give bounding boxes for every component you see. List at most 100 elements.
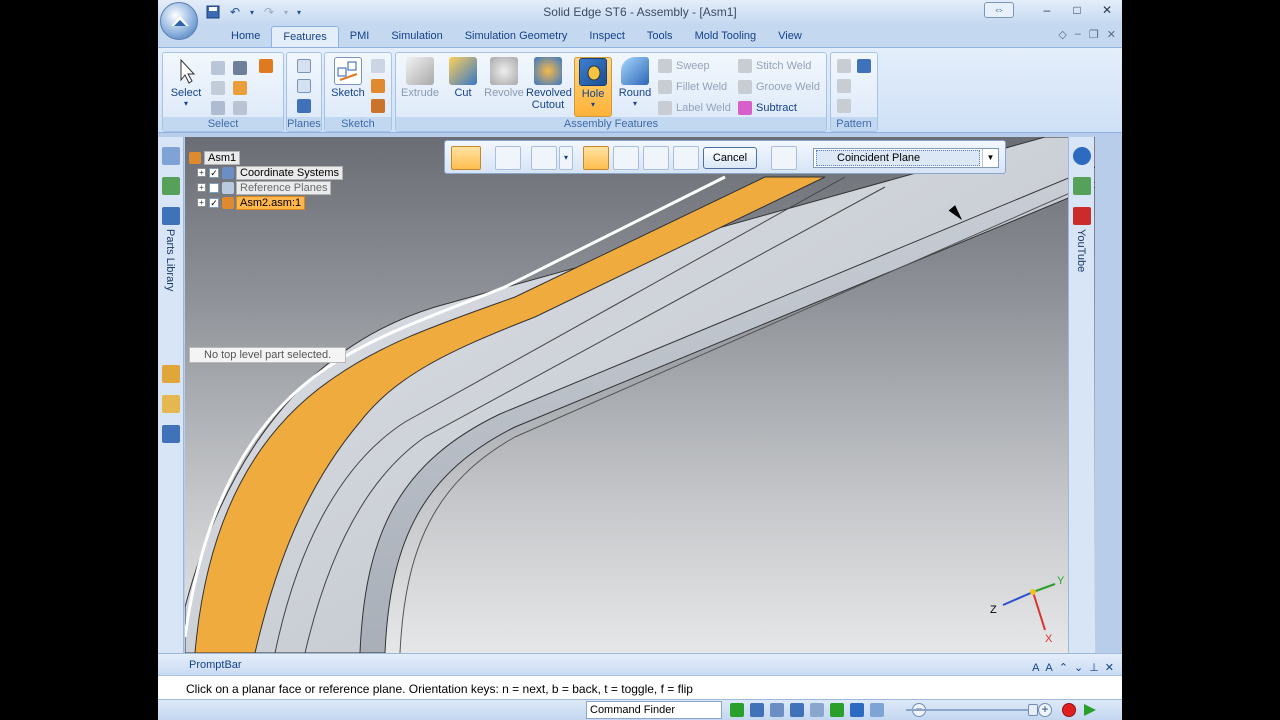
pattern-icon[interactable] xyxy=(837,59,851,73)
solid-edge-community-icon[interactable] xyxy=(1073,177,1091,195)
youtube-tab[interactable]: YouTube xyxy=(1075,229,1087,272)
sketch-project-icon[interactable] xyxy=(371,79,385,93)
select-move-icon[interactable] xyxy=(211,101,225,115)
fit-icon[interactable] xyxy=(790,703,804,717)
subtract-button[interactable]: Subtract xyxy=(738,99,797,117)
extrude-button[interactable]: Extrude xyxy=(400,57,440,117)
expand-icon[interactable]: ⌄ xyxy=(1074,657,1083,679)
hole-button[interactable]: Hole ▾ xyxy=(574,57,612,117)
stitch-weld-button[interactable]: Stitch Weld xyxy=(738,57,811,75)
close-icon[interactable]: ✕ xyxy=(1105,657,1114,679)
collapse-icon[interactable]: ⌃ xyxy=(1059,657,1068,679)
tab-mold-tooling[interactable]: Mold Tooling xyxy=(684,24,768,48)
minimize-icon[interactable]: – xyxy=(1032,0,1062,20)
record-icon[interactable] xyxy=(1062,703,1076,717)
revolved-cutout-button[interactable]: Revolved Cutout xyxy=(526,57,572,117)
angled-plane-icon[interactable] xyxy=(297,79,311,93)
tab-inspect[interactable]: Inspect xyxy=(578,24,635,48)
zoom-in-icon[interactable]: + xyxy=(1038,703,1052,717)
select-box-icon[interactable] xyxy=(233,61,247,75)
plane-step-dropdown-icon[interactable]: ▾ xyxy=(559,146,573,170)
parts-library-tab[interactable]: Parts Library xyxy=(164,229,176,291)
maximize-icon[interactable]: □ xyxy=(1062,0,1092,20)
shading-icon[interactable] xyxy=(870,703,884,717)
eraser-icon[interactable]: ◇ xyxy=(1058,28,1066,41)
round-button[interactable]: Round ▾ xyxy=(616,57,654,117)
help-icon[interactable] xyxy=(1073,147,1091,165)
parts-select-icon[interactable] xyxy=(673,146,699,170)
view-orientation-icon[interactable] xyxy=(850,703,864,717)
expand-icon[interactable]: + xyxy=(197,168,206,177)
plane-options-select[interactable]: Coincident Plane ▼ xyxy=(813,148,999,168)
sketch-copy-icon[interactable] xyxy=(371,59,385,73)
sketch-draw-icon[interactable] xyxy=(371,99,385,113)
hole-options-icon[interactable] xyxy=(495,146,521,170)
command-finder-input[interactable]: Command Finder xyxy=(586,701,722,719)
extent-icon[interactable] xyxy=(643,146,669,170)
tab-pmi[interactable]: PMI xyxy=(339,24,381,48)
mirror-icon[interactable] xyxy=(837,79,851,93)
tab-view[interactable]: View xyxy=(767,24,813,48)
doc-minimize-icon[interactable]: – xyxy=(1075,28,1081,41)
expand-icon[interactable]: + xyxy=(197,198,206,207)
sketch-button[interactable]: Sketch xyxy=(329,57,367,117)
plane-icon[interactable] xyxy=(297,59,311,73)
checkbox-checked[interactable]: ✓ xyxy=(209,197,219,208)
assembly-groups-icon[interactable] xyxy=(162,395,180,413)
doc-close-icon[interactable]: ✕ xyxy=(1107,28,1116,41)
tab-simulation[interactable]: Simulation xyxy=(380,24,453,48)
zoom-slider-track[interactable] xyxy=(906,709,1034,711)
hole-location-icon[interactable] xyxy=(613,146,639,170)
parts-library-icon[interactable] xyxy=(162,207,180,225)
application-button[interactable] xyxy=(160,2,198,40)
layers-icon[interactable] xyxy=(162,147,180,165)
chevron-down-icon[interactable]: ▼ xyxy=(982,149,998,167)
plane-step-icon[interactable] xyxy=(531,146,557,170)
checkbox-checked[interactable]: ✓ xyxy=(209,167,219,178)
sensors-icon[interactable] xyxy=(162,365,180,383)
select-button[interactable]: Select ▾ xyxy=(167,57,205,117)
cancel-button[interactable]: Cancel xyxy=(703,147,757,169)
fillet-weld-button[interactable]: Fillet Weld xyxy=(658,78,727,96)
play-icon[interactable] xyxy=(1084,704,1096,716)
select-part-icon[interactable] xyxy=(259,59,273,73)
tab-simulation-geometry[interactable]: Simulation Geometry xyxy=(454,24,579,48)
groove-weld-button[interactable]: Groove Weld xyxy=(738,78,820,96)
select-plane-icon[interactable] xyxy=(583,146,609,170)
pattern-along-curve-icon[interactable] xyxy=(857,59,871,73)
tab-tools[interactable]: Tools xyxy=(636,24,684,48)
pin-icon[interactable]: ⊥ xyxy=(1089,657,1099,679)
tab-home[interactable]: Home xyxy=(220,24,271,48)
filter-icon[interactable] xyxy=(211,81,225,95)
tree-root[interactable]: Asm1 xyxy=(189,150,343,165)
youtube-icon[interactable] xyxy=(1073,207,1091,225)
font-increase-icon[interactable]: A xyxy=(1032,657,1039,679)
mirror-copy-icon[interactable] xyxy=(837,99,851,113)
zoom-icon[interactable] xyxy=(770,703,784,717)
checkbox-unchecked[interactable] xyxy=(209,182,219,193)
select-options-icon[interactable] xyxy=(233,101,247,115)
tree-item-coordinate-systems[interactable]: + ✓ Coordinate Systems xyxy=(189,165,344,180)
assembly-parts-icon[interactable] xyxy=(771,146,797,170)
cut-button[interactable]: Cut xyxy=(444,57,482,117)
coordinate-system-icon[interactable] xyxy=(297,99,311,113)
label-weld-button[interactable]: Label Weld xyxy=(658,99,731,117)
sweep-button[interactable]: Sweep xyxy=(658,57,710,75)
expand-icon[interactable]: + xyxy=(197,183,206,192)
tree-item-reference-planes[interactable]: + Reference Planes xyxy=(189,180,343,195)
tree-item-asm2[interactable]: + ✓ Asm2.asm:1 xyxy=(189,195,343,210)
feature-library-icon[interactable] xyxy=(162,177,180,195)
refresh-icon[interactable] xyxy=(730,703,744,717)
tab-features[interactable]: Features xyxy=(271,26,339,48)
select-assembly-icon[interactable] xyxy=(233,81,247,95)
selection-manager-icon[interactable] xyxy=(162,425,180,443)
zoom-slider-handle[interactable] xyxy=(1028,704,1038,716)
rotate-icon[interactable] xyxy=(830,703,844,717)
zoom-area-icon[interactable] xyxy=(750,703,764,717)
close-icon[interactable]: ✕ xyxy=(1092,0,1122,20)
swap-window-icon[interactable]: ⇔ xyxy=(984,2,1014,18)
select-tool-icon[interactable] xyxy=(211,61,225,75)
font-decrease-icon[interactable]: A xyxy=(1045,657,1052,679)
pan-icon[interactable] xyxy=(810,703,824,717)
hole-step-icon[interactable] xyxy=(451,146,481,170)
